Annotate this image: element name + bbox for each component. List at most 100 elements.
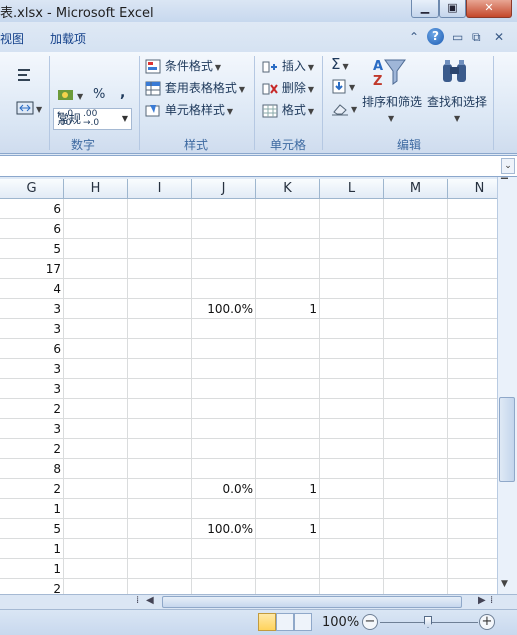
cell-g[interactable]: 2	[0, 579, 64, 594]
cell-j[interactable]: 100.0%	[192, 519, 256, 539]
page-layout-view-icon[interactable]	[276, 613, 294, 631]
close-button[interactable]: ✕	[466, 0, 512, 18]
cell-styles-button[interactable]: 单元格样式 ▼	[145, 101, 233, 118]
column-header[interactable]: H	[64, 179, 128, 199]
group-label-editing: 编辑	[397, 138, 422, 152]
cell-k[interactable]: 1	[256, 299, 320, 319]
cell-g[interactable]: 4	[0, 279, 64, 299]
cell-g[interactable]: 2	[0, 479, 64, 499]
cell-g[interactable]: 2	[0, 399, 64, 419]
cell-g[interactable]: 6	[0, 199, 64, 219]
horizontal-scrollbar[interactable]: ⁞ ◀ ▶ ⁞	[0, 594, 517, 609]
cell-j[interactable]: 100.0%	[192, 299, 256, 319]
column-header[interactable]: K	[256, 179, 320, 199]
sort-filter-button[interactable]: 排序和筛选	[362, 93, 422, 110]
accounting-format-button[interactable]: ▼	[57, 87, 83, 103]
scroll-down-arrow[interactable]: ▼	[501, 579, 508, 589]
cell-g[interactable]: 3	[0, 299, 64, 319]
minimize-button[interactable]: ▁	[411, 0, 439, 18]
find-select-button[interactable]: 查找和选择	[427, 93, 487, 110]
column-header[interactable]: L	[320, 179, 384, 199]
cell-k[interactable]: 1	[256, 519, 320, 539]
ribbon: ▼ 常规 ▼ ▼ % , ←.0 .00 .00 →.0 数字 条件格式 ▼ 套用…	[0, 52, 517, 198]
format-cells-button[interactable]: 格式 ▼	[262, 101, 314, 118]
merge-center-button[interactable]: ▼	[16, 100, 42, 116]
workbook-minimize-icon[interactable]: ▭	[452, 30, 463, 44]
fill-down-icon	[332, 79, 346, 94]
cell-g[interactable]: 6	[0, 339, 64, 359]
tab-split-handle[interactable]: ⁞	[136, 595, 139, 606]
column-header[interactable]: M	[384, 179, 448, 199]
worksheet-grid[interactable]: GHIJKLMN 6 6 5 17 4 3 100.0% 1 3 6 3 3 2 3 2 8 2 0.0% 1 1 5 1…	[0, 179, 497, 594]
cell-g[interactable]: 3	[0, 359, 64, 379]
table-row: 3	[0, 379, 497, 399]
column-header[interactable]: N	[448, 179, 497, 199]
cell-g[interactable]: 3	[0, 379, 64, 399]
scroll-right-arrow[interactable]: ▶	[478, 595, 486, 606]
wrap-text-icon[interactable]	[16, 66, 34, 84]
conditional-format-icon	[145, 59, 161, 74]
zoom-level[interactable]: 100%	[322, 615, 359, 630]
cell-g[interactable]: 2	[0, 439, 64, 459]
autosum-icon: Σ	[331, 55, 341, 73]
cell-g[interactable]: 3	[0, 319, 64, 339]
clear-button[interactable]: ▼	[331, 101, 357, 116]
insert-cells-button[interactable]: 插入 ▼	[262, 57, 314, 74]
cell-g[interactable]: 1	[0, 559, 64, 579]
fill-button[interactable]: ▼	[331, 79, 355, 94]
format-icon	[262, 104, 278, 117]
format-as-table-button[interactable]: 套用表格格式 ▼	[145, 79, 245, 96]
cell-g[interactable]: 5	[0, 519, 64, 539]
group-separator	[254, 56, 255, 150]
scroll-left-arrow[interactable]: ◀	[146, 595, 154, 606]
conditional-format-button[interactable]: 条件格式 ▼	[145, 57, 221, 74]
autosum-button[interactable]: Σ ▼	[331, 55, 349, 73]
tab-view[interactable]: 视图	[0, 30, 24, 47]
cell-g[interactable]: 6	[0, 219, 64, 239]
zoom-slider-thumb[interactable]	[424, 616, 432, 628]
workbook-close-icon[interactable]: ✕	[494, 30, 504, 44]
group-separator	[322, 56, 323, 150]
cell-g[interactable]: 3	[0, 419, 64, 439]
cell-g[interactable]: 5	[0, 239, 64, 259]
workbook-restore-icon[interactable]: ⧉	[472, 30, 481, 45]
split-box-icon[interactable]: ▔	[501, 179, 508, 189]
formula-bar[interactable]: ⌄	[0, 155, 517, 177]
chevron-down-icon: ▼	[121, 114, 128, 123]
table-row: 3	[0, 419, 497, 439]
column-header[interactable]: I	[128, 179, 192, 199]
minimize-ribbon-icon[interactable]: ⌃	[409, 30, 419, 44]
zoom-in-button[interactable]: +	[479, 614, 495, 630]
increase-decimal-button[interactable]: ←.0 .00	[57, 110, 79, 128]
zoom-out-button[interactable]: −	[362, 614, 378, 630]
comma-style-button[interactable]: ,	[120, 85, 125, 101]
column-header[interactable]: G	[0, 179, 64, 199]
delete-label: 删除	[281, 81, 306, 95]
cell-k[interactable]: 1	[256, 479, 320, 499]
vertical-scroll-thumb[interactable]	[499, 397, 515, 482]
help-icon[interactable]: ?	[427, 28, 444, 45]
table-row: 2	[0, 579, 497, 594]
cell-g[interactable]: 1	[0, 499, 64, 519]
tab-addins[interactable]: 加载项	[50, 30, 86, 47]
title-bar: 表.xlsx - Microsoft Excel ▁ ▣ ✕	[0, 0, 517, 22]
cell-g[interactable]: 1	[0, 539, 64, 559]
maximize-button[interactable]: ▣	[439, 0, 466, 18]
expand-formula-bar-button[interactable]: ⌄	[501, 158, 515, 174]
cell-j[interactable]: 0.0%	[192, 479, 256, 499]
vertical-scrollbar[interactable]: ▔ ▼	[497, 177, 517, 594]
cell-g[interactable]: 17	[0, 259, 64, 279]
decrease-decimal-button[interactable]: .00 →.0	[83, 110, 105, 128]
cell-g[interactable]: 8	[0, 459, 64, 479]
normal-view-icon[interactable]	[258, 613, 276, 631]
page-break-view-icon[interactable]	[294, 613, 312, 631]
table-row: 2	[0, 439, 497, 459]
maximize-icon: ▣	[447, 1, 458, 14]
split-box-icon[interactable]: ⁞	[490, 595, 493, 606]
insert-icon	[262, 61, 277, 72]
delete-cells-button[interactable]: 删除 ▼	[262, 79, 314, 96]
horizontal-scroll-thumb[interactable]	[162, 596, 462, 608]
percent-style-button[interactable]: %	[93, 87, 105, 102]
column-header[interactable]: J	[192, 179, 256, 199]
svg-text:A: A	[373, 59, 383, 74]
